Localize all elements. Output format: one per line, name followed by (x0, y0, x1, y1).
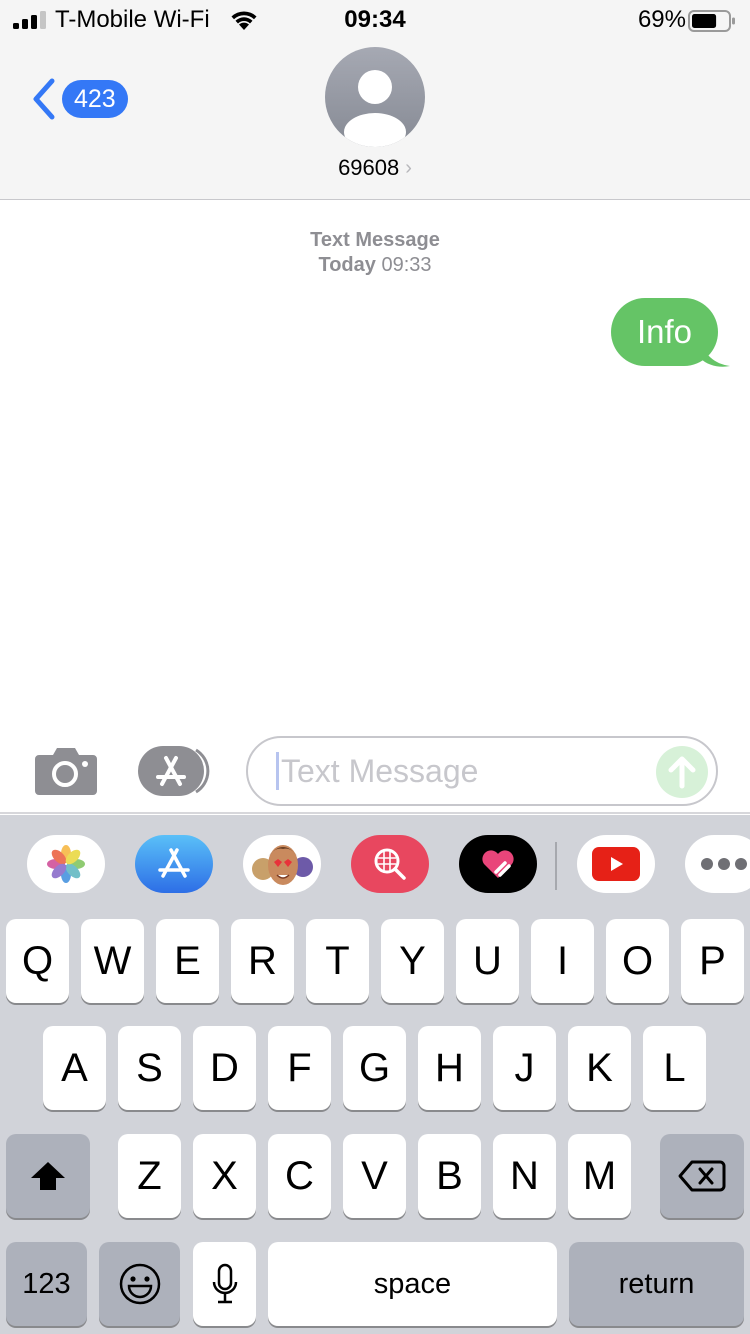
heart-fingers-glyph (482, 850, 514, 878)
key-z[interactable]: Z (118, 1134, 181, 1218)
app-store-app-icon[interactable] (135, 835, 213, 893)
photos-app-icon[interactable] (27, 835, 105, 893)
conversation-timestamp: Text Message Today 09:33 (0, 228, 750, 278)
key-e[interactable]: E (156, 919, 219, 1003)
dictation-key[interactable] (193, 1242, 256, 1326)
app-store-glyph (158, 848, 190, 878)
avatar-person-icon (344, 70, 406, 147)
message-composer: Text Message (0, 730, 750, 814)
digital-touch-app-icon[interactable] (459, 835, 537, 893)
key-y[interactable]: Y (381, 919, 444, 1003)
shift-key[interactable] (6, 1134, 90, 1218)
chevron-right-icon: › (405, 156, 412, 179)
memoji-stickers-app-icon[interactable] (243, 835, 321, 893)
key-j[interactable]: J (493, 1026, 556, 1110)
outgoing-message-bubble[interactable]: Info (610, 298, 718, 366)
message-time: 09:33 (381, 254, 432, 276)
key-o[interactable]: O (606, 919, 669, 1003)
message-text: Info (636, 313, 692, 350)
emoji-smiley-icon (119, 1263, 160, 1305)
numbers-key[interactable]: 123 (6, 1242, 87, 1326)
key-q[interactable]: Q (6, 919, 69, 1003)
message-type-label: Text Message (310, 229, 440, 251)
key-f[interactable]: F (268, 1026, 331, 1110)
back-chevron-icon (33, 78, 55, 120)
camera-icon[interactable] (35, 745, 97, 795)
more-apps-icon[interactable] (685, 835, 750, 893)
text-cursor (276, 752, 279, 790)
photos-flower-glyph (47, 845, 85, 883)
key-m[interactable]: M (568, 1134, 631, 1218)
key-i[interactable]: I (531, 919, 594, 1003)
magnifier-globe-glyph (374, 848, 406, 880)
wifi-icon (231, 11, 257, 30)
key-n[interactable]: N (493, 1134, 556, 1218)
key-t[interactable]: T (306, 919, 369, 1003)
images-search-app-icon[interactable] (351, 835, 429, 893)
contact-avatar[interactable] (325, 47, 425, 147)
microphone-icon (212, 1263, 237, 1304)
shift-arrow-icon (31, 1162, 65, 1190)
app-store-icon[interactable] (138, 746, 214, 796)
return-key[interactable]: return (569, 1242, 744, 1326)
imessage-app-drawer (0, 815, 750, 915)
send-button[interactable] (656, 746, 708, 798)
memoji-glyph (252, 845, 313, 885)
battery-percentage: 69% (637, 6, 686, 33)
space-key[interactable]: space (268, 1242, 557, 1326)
key-d[interactable]: D (193, 1026, 256, 1110)
key-w[interactable]: W (81, 919, 144, 1003)
key-a[interactable]: A (43, 1026, 106, 1110)
message-date-label: Today 09:33 (0, 253, 750, 278)
key-k[interactable]: K (568, 1026, 631, 1110)
youtube-app-icon[interactable] (577, 835, 655, 893)
key-h[interactable]: H (418, 1026, 481, 1110)
ellipsis-glyph (701, 858, 747, 870)
message-day: Today (318, 254, 376, 276)
youtube-play-glyph (592, 847, 640, 881)
delete-key[interactable] (660, 1134, 744, 1218)
key-p[interactable]: P (681, 919, 744, 1003)
status-bar: T-Mobile Wi-Fi 09:34 69% (0, 0, 750, 42)
message-input-placeholder: Text Message (281, 752, 479, 789)
unread-count-badge: 423 (62, 80, 128, 118)
key-v[interactable]: V (343, 1134, 406, 1218)
battery-icon (688, 10, 735, 32)
key-b[interactable]: B (418, 1134, 481, 1218)
back-button[interactable]: 423 (30, 76, 128, 122)
keyboard: 123 space return QWERTYUIOP ASDFGHJKL ZXCV… (0, 915, 750, 1334)
contact-details-button[interactable]: 69608 › (0, 155, 750, 181)
send-arrow-icon (668, 756, 696, 789)
carrier-name: T-Mobile Wi-Fi (55, 6, 210, 33)
contact-name: 69608 (338, 155, 400, 180)
key-s[interactable]: S (118, 1026, 181, 1110)
app-drawer-divider (555, 842, 557, 890)
backspace-icon (678, 1160, 726, 1192)
signal-icon (13, 11, 46, 29)
key-g[interactable]: G (343, 1026, 406, 1110)
emoji-key[interactable] (99, 1242, 180, 1326)
key-r[interactable]: R (231, 919, 294, 1003)
key-x[interactable]: X (193, 1134, 256, 1218)
message-input[interactable]: Text Message (246, 736, 718, 806)
key-c[interactable]: C (268, 1134, 331, 1218)
conversation-header: 423 69608 › (0, 42, 750, 200)
key-l[interactable]: L (643, 1026, 706, 1110)
key-u[interactable]: U (456, 919, 519, 1003)
